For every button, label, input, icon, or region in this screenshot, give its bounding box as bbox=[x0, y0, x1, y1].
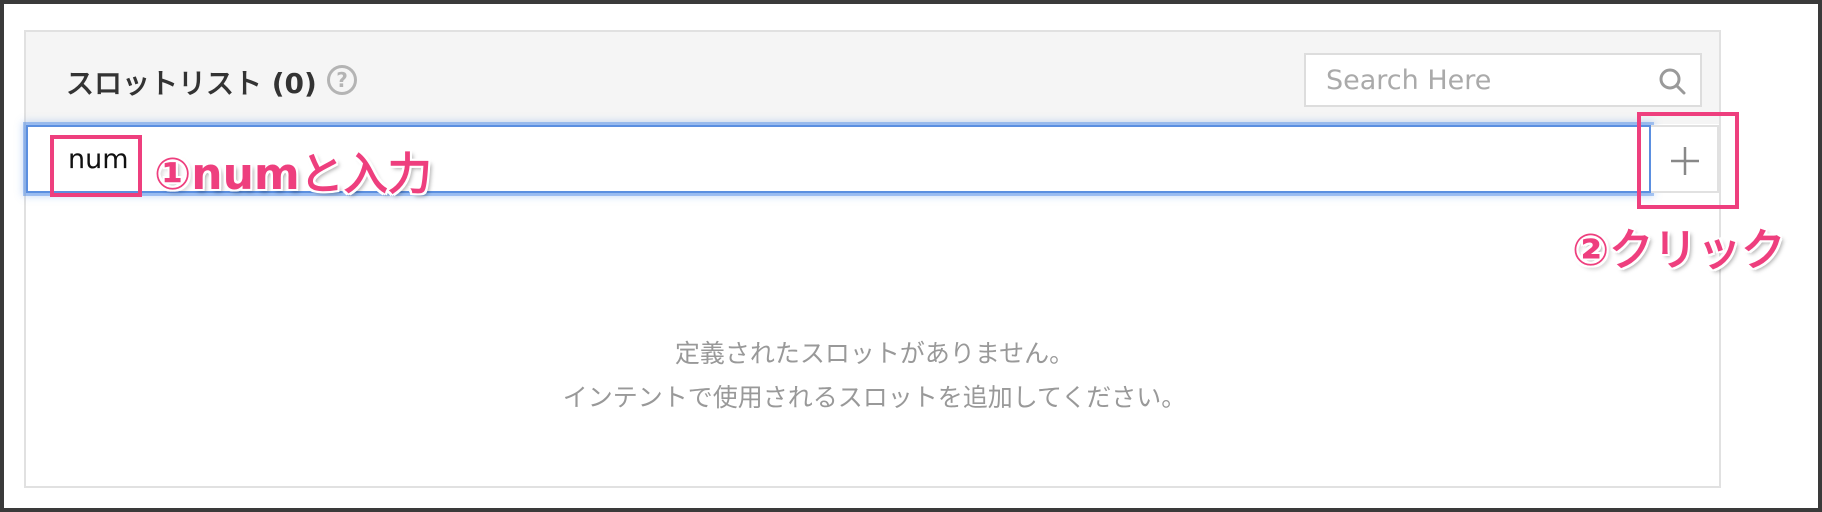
annotation-highlight-add-button bbox=[1637, 112, 1739, 209]
search-input[interactable] bbox=[1308, 57, 1648, 103]
question-circle-icon[interactable]: ? bbox=[327, 65, 357, 95]
annotation-step-2: ②クリック bbox=[1572, 225, 1786, 276]
search-box[interactable] bbox=[1304, 53, 1702, 107]
panel-header: スロットリスト (0) ? bbox=[26, 32, 1719, 124]
screenshot-frame: スロットリスト (0) ? 定義されたスロットがありません。 インテントで使用さ… bbox=[0, 0, 1822, 512]
panel-title: スロットリスト (0) bbox=[66, 67, 317, 100]
search-icon[interactable] bbox=[1658, 67, 1686, 95]
empty-state-line-2: インテントで使用されるスロットを追加してください。 bbox=[562, 383, 1187, 412]
slot-list-panel: スロットリスト (0) ? 定義されたスロットがありません。 インテントで使用さ… bbox=[24, 30, 1721, 488]
annotation-highlight-input bbox=[50, 135, 142, 197]
annotation-step-1: ①numと入力 bbox=[154, 149, 432, 200]
empty-state-line-1: 定義されたスロットがありません。 bbox=[674, 339, 1075, 368]
empty-state-message: 定義されたスロットがありません。 インテントで使用されるスロットを追加してくださ… bbox=[26, 332, 1723, 420]
